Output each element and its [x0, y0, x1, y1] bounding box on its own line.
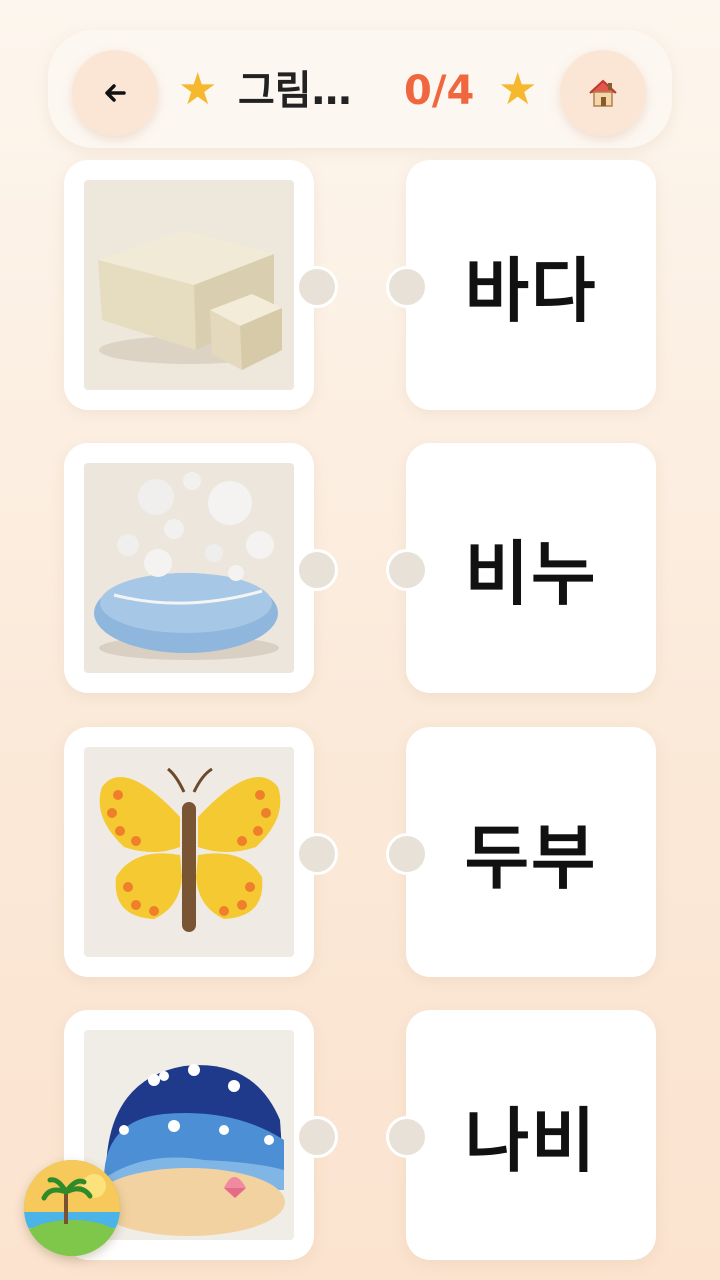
word-card[interactable]: 비누: [386, 443, 656, 693]
word-card[interactable]: 바다: [386, 160, 656, 410]
house-icon: [589, 79, 617, 107]
connector-dot[interactable]: [386, 1116, 428, 1158]
connector-dot[interactable]: [386, 266, 428, 308]
star-icon: ★: [498, 64, 538, 115]
back-button[interactable]: [72, 50, 158, 136]
connector-dot[interactable]: [296, 549, 338, 591]
arrow-left-icon: [105, 84, 126, 102]
connector-dot[interactable]: [386, 549, 428, 591]
connector-dot[interactable]: [296, 266, 338, 308]
word-label: 비누: [464, 532, 598, 615]
connector-dot[interactable]: [296, 833, 338, 875]
tofu-image: [84, 180, 294, 390]
word-label: 두부: [464, 816, 598, 899]
soap-image: [84, 463, 294, 673]
picture-card-tofu[interactable]: [64, 160, 338, 410]
picture-card-soap[interactable]: [64, 443, 338, 693]
star-icon: ★: [178, 64, 218, 115]
beach-island-icon[interactable]: [24, 1160, 120, 1256]
word-card[interactable]: 나비: [386, 1010, 656, 1260]
top-bar: ★ 그림… 0/4 ★: [48, 30, 672, 148]
score-counter: 0/4: [404, 68, 475, 114]
home-button[interactable]: [560, 50, 646, 136]
connector-dot[interactable]: [296, 1116, 338, 1158]
connector-dot[interactable]: [386, 833, 428, 875]
butterfly-image: [84, 747, 294, 957]
word-card[interactable]: 두부: [386, 727, 656, 977]
picture-card-butterfly[interactable]: [64, 727, 338, 977]
word-label: 나비: [464, 1099, 598, 1182]
word-label: 바다: [464, 249, 598, 332]
page-title: 그림…: [238, 68, 352, 114]
